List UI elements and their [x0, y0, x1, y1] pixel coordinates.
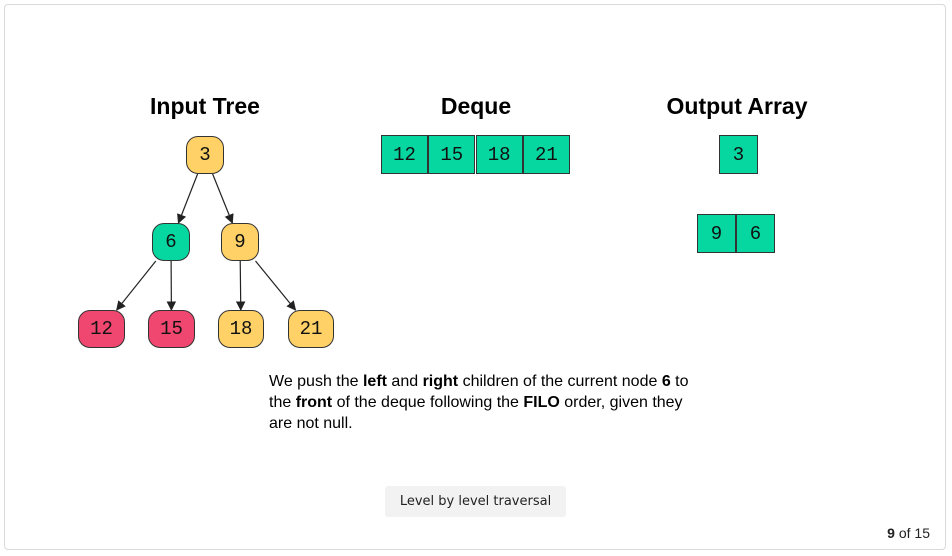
- current-page: 9: [887, 525, 895, 541]
- caption-bold-filo: FILO: [523, 394, 560, 411]
- output-cell: 3: [719, 135, 758, 174]
- tree-node-12: 12: [78, 310, 125, 348]
- tree-edges: [116, 173, 297, 311]
- caption-bold-right: right: [422, 373, 459, 390]
- tree-edge-n9-n21: [255, 260, 297, 311]
- tree-node-21: 21: [288, 310, 334, 348]
- output-cell: 6: [736, 214, 775, 253]
- deque-cell: 21: [522, 135, 570, 174]
- deque-cell: 18: [475, 135, 523, 174]
- caption-bold-front: front: [295, 394, 333, 411]
- page-of-label: of: [894, 525, 915, 541]
- tree-node-3: 3: [186, 136, 224, 174]
- total-pages: 15: [914, 525, 930, 541]
- caption-text: We push the: [269, 373, 363, 390]
- tree-edge-n6-n12: [116, 260, 157, 311]
- tree-edge-n9-n18: [235, 260, 246, 311]
- caption-text: children of the current node: [458, 373, 662, 390]
- tree-node-18: 18: [218, 310, 264, 348]
- output-cell: 9: [697, 214, 736, 253]
- caption-bold-node: 6: [661, 373, 671, 390]
- tree-node-6: 6: [152, 223, 190, 261]
- tree-edge-n3-n6: [177, 173, 199, 224]
- tree-edge-n3-n9: [212, 173, 234, 224]
- tree-node-9: 9: [221, 223, 259, 261]
- caption-bold-left: left: [362, 373, 387, 390]
- deque-cell: 12: [381, 135, 428, 174]
- deque-cell: 15: [428, 135, 476, 174]
- tree-node-15: 15: [148, 310, 195, 348]
- page-counter: 9 of 15: [887, 525, 930, 541]
- caption-text: of the deque following the: [332, 394, 524, 411]
- level-by-level-button[interactable]: Level by level traversal: [385, 486, 566, 517]
- step-caption: We push the left and right children of t…: [269, 371, 699, 434]
- caption-text: and: [386, 373, 423, 390]
